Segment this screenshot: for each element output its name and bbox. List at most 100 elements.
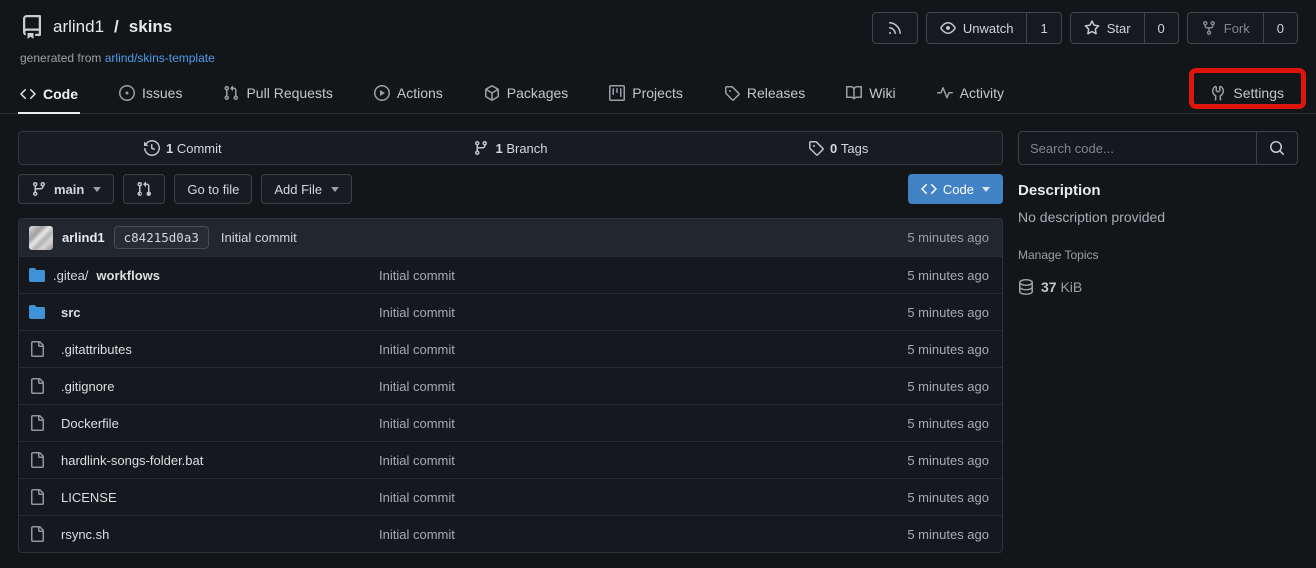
file-row: .gitattributes Initial commit 5 minutes …	[19, 330, 1002, 367]
repo-size-unit: KiB	[1060, 279, 1082, 295]
watch-count[interactable]: 1	[1026, 13, 1060, 43]
latest-commit-row: arlind1 c84215d0a3 Initial commit 5 minu…	[19, 219, 1002, 256]
book-icon	[846, 85, 862, 101]
fork-button[interactable]: Fork 0	[1187, 12, 1298, 44]
template-repo-link[interactable]: arlind/skins-template	[105, 51, 215, 65]
commit-author-link[interactable]: arlind1	[62, 230, 105, 245]
file-commit-time: 5 minutes ago	[907, 268, 992, 283]
star-count[interactable]: 0	[1144, 13, 1178, 43]
folder-icon	[29, 304, 45, 320]
chevron-down-icon	[982, 187, 990, 192]
file-name: .gitignore	[61, 379, 114, 394]
repo-title: arlind1 / skins	[20, 12, 172, 39]
file-name-link[interactable]: hardlink-songs-folder.bat	[29, 452, 379, 468]
search-icon	[1269, 140, 1285, 156]
tab-label: Wiki	[869, 85, 895, 101]
database-icon	[1018, 279, 1034, 295]
file-row: LICENSE Initial commit 5 minutes ago	[19, 478, 1002, 515]
tab-code[interactable]: Code	[18, 77, 80, 114]
tab-projects[interactable]: Projects	[607, 76, 685, 113]
tab-wiki[interactable]: Wiki	[844, 76, 897, 113]
star-icon	[1084, 20, 1100, 36]
file-name-link[interactable]: .gitattributes	[29, 341, 379, 357]
description-title: Description	[1018, 182, 1298, 199]
stat-branch[interactable]: 1 Branch	[347, 140, 675, 156]
file-commit-message-link[interactable]: Initial commit	[379, 379, 907, 394]
branch-name: main	[54, 182, 84, 197]
file-commit-time: 5 minutes ago	[907, 527, 992, 542]
tab-label: Issues	[142, 85, 182, 101]
file-commit-message-link[interactable]: Initial commit	[379, 305, 907, 320]
file-name: LICENSE	[61, 490, 117, 505]
file-name: src	[61, 305, 81, 320]
file-commit-message-link[interactable]: Initial commit	[379, 453, 907, 468]
commit-message-link[interactable]: Initial commit	[221, 230, 297, 245]
file-commit-message-link[interactable]: Initial commit	[379, 342, 907, 357]
rss-button[interactable]	[872, 12, 918, 44]
file-name-link[interactable]: LICENSE	[29, 489, 379, 505]
file-name: Dockerfile	[61, 416, 119, 431]
file-commit-message-link[interactable]: Initial commit	[379, 527, 907, 542]
stat-text: 1 Branch	[495, 141, 547, 156]
file-commit-time: 5 minutes ago	[907, 342, 992, 357]
tab-label: Releases	[747, 85, 805, 101]
file-name-link[interactable]: .gitea/workflows	[29, 267, 379, 283]
tab-actions[interactable]: Actions	[372, 76, 445, 113]
tag-icon	[808, 140, 824, 156]
repo-owner-link[interactable]: arlind1	[53, 17, 104, 37]
commit-hash-link[interactable]: c84215d0a3	[114, 226, 209, 249]
stat-commit[interactable]: 1 Commit	[19, 140, 347, 156]
file-name: hardlink-songs-folder.bat	[61, 453, 203, 468]
file-name-link[interactable]: src	[29, 304, 379, 320]
avatar[interactable]	[29, 226, 53, 250]
file-commit-message-link[interactable]: Initial commit	[379, 268, 907, 283]
star-button[interactable]: Star 0	[1070, 12, 1179, 44]
tab-issues[interactable]: Issues	[117, 76, 184, 113]
tab-packages[interactable]: Packages	[482, 76, 570, 113]
generated-from-line: generated from arlind/skins-template	[20, 51, 1316, 65]
compare-button[interactable]	[123, 174, 165, 204]
file-commit-time: 5 minutes ago	[907, 416, 992, 431]
tab-pull-requests[interactable]: Pull Requests	[221, 76, 334, 113]
tab-settings[interactable]: Settings	[1208, 76, 1298, 113]
search-input[interactable]	[1019, 132, 1256, 164]
eye-icon	[940, 20, 956, 36]
repo-stats-bar: 1 Commit 1 Branch 0 Tags	[18, 131, 1003, 165]
repo-size-value: 37	[1041, 279, 1057, 295]
tab-releases[interactable]: Releases	[722, 76, 807, 113]
add-file-button[interactable]: Add File	[261, 174, 352, 204]
git-branch-icon	[473, 140, 489, 156]
code-search-box	[1018, 131, 1298, 165]
star-label: Star	[1107, 21, 1131, 36]
tag-icon	[724, 85, 740, 101]
fork-count[interactable]: 0	[1263, 13, 1297, 43]
search-button[interactable]	[1256, 132, 1297, 164]
settings-tab-label: Settings	[1233, 85, 1284, 101]
code-download-button[interactable]: Code	[908, 174, 1003, 204]
branch-selector[interactable]: main	[18, 174, 114, 204]
file-name-link[interactable]: .gitignore	[29, 378, 379, 394]
file-name-link[interactable]: Dockerfile	[29, 415, 379, 431]
package-icon	[484, 85, 500, 101]
file-row: hardlink-songs-folder.bat Initial commit…	[19, 441, 1002, 478]
file-name-link[interactable]: rsync.sh	[29, 526, 379, 542]
repo-size: 37 KiB	[1018, 279, 1298, 295]
manage-topics-link[interactable]: Manage Topics	[1018, 248, 1099, 262]
code-icon	[921, 181, 937, 197]
file-icon	[29, 378, 45, 394]
issue-icon	[119, 85, 135, 101]
code-icon	[20, 86, 36, 102]
stat-tags[interactable]: 0 Tags	[674, 140, 1002, 156]
repo-name-link[interactable]: skins	[129, 17, 172, 37]
unwatch-button[interactable]: Unwatch 1	[926, 12, 1062, 44]
file-name: workflows	[96, 268, 160, 283]
tab-activity[interactable]: Activity	[935, 76, 1006, 113]
file-commit-message-link[interactable]: Initial commit	[379, 490, 907, 505]
main-column: 1 Commit 1 Branch 0 Tags main Go to file	[18, 131, 1003, 553]
pull-request-icon	[223, 85, 239, 101]
file-commit-message-link[interactable]: Initial commit	[379, 416, 907, 431]
file-icon	[29, 526, 45, 542]
go-to-file-button[interactable]: Go to file	[174, 174, 252, 204]
file-table: arlind1 c84215d0a3 Initial commit 5 minu…	[18, 218, 1003, 553]
file-row: src Initial commit 5 minutes ago	[19, 293, 1002, 330]
